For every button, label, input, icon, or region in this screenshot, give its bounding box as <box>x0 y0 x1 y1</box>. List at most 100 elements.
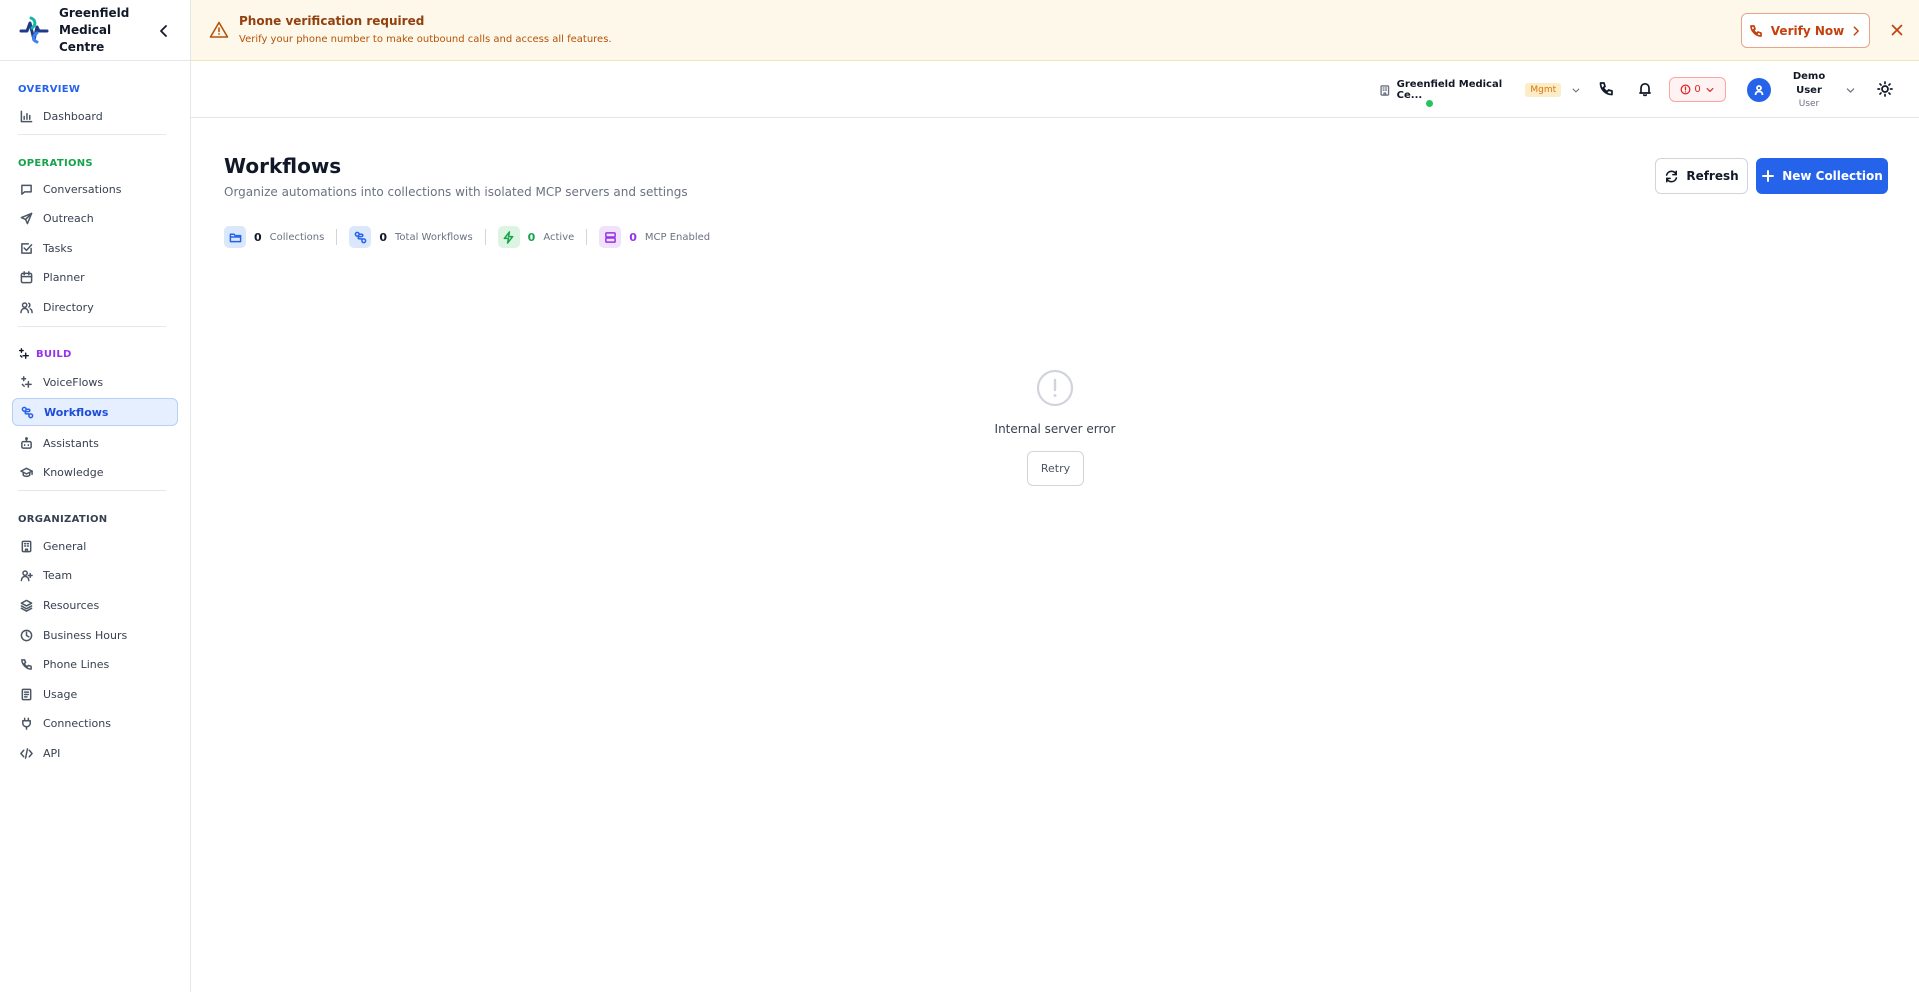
org-name: Greenfield Medical Ce... <box>1396 79 1503 101</box>
sidebar-item-team[interactable]: Team <box>12 561 178 589</box>
user-icon <box>1754 85 1764 96</box>
brand-logo-icon <box>19 16 49 44</box>
alert-circle-icon <box>1036 369 1074 407</box>
stat-label: MCP Enabled <box>644 231 711 243</box>
verify-now-button[interactable]: Verify Now <box>1741 13 1870 48</box>
error-message: Internal server error <box>994 422 1116 436</box>
sidebar-item-business-hours[interactable]: Business Hours <box>12 621 178 649</box>
sidebar-item-dashboard[interactable]: Dashboard <box>12 102 178 130</box>
folder-icon <box>229 233 241 242</box>
sidebar-item-general[interactable]: General <box>12 532 178 560</box>
brand-name: Greenfield Medical Centre <box>59 5 130 54</box>
refresh-button[interactable]: Refresh <box>1655 158 1748 194</box>
stat-divider <box>336 229 338 245</box>
checkbox-icon <box>21 242 33 254</box>
stat-icon-bg <box>349 226 372 248</box>
sidebar-item-outreach[interactable]: Outreach <box>12 204 178 232</box>
stat-mcp-enabled: 0 MCP Enabled <box>599 226 710 248</box>
server-icon <box>604 231 616 243</box>
chevron-down-icon <box>1846 87 1855 93</box>
stat-collections: 0 Collections <box>224 226 324 248</box>
sidebar-item-workflows[interactable]: Workflows <box>12 398 178 426</box>
workflow-icon <box>354 231 367 243</box>
refresh-icon <box>1666 170 1678 182</box>
close-icon[interactable] <box>1889 22 1905 38</box>
sidebar-item-knowledge[interactable]: Knowledge <box>12 458 178 486</box>
page-subtitle: Organize automations into collections wi… <box>224 185 688 199</box>
plug-icon <box>22 717 31 730</box>
section-build: BUILD <box>0 347 72 361</box>
phone-icon <box>1749 24 1762 37</box>
sidebar-divider <box>18 134 166 135</box>
stats-bar: 0 Collections 0 Total Workflows 0 Active… <box>224 226 710 248</box>
stat-divider <box>484 229 486 245</box>
banner-subtitle: Verify your phone number to make outboun… <box>239 34 612 45</box>
notifications-button[interactable] <box>1632 76 1658 102</box>
sidebar: Greenfield Medical Centre OVERVIEW Dashb… <box>0 0 191 992</box>
stat-icon-bg <box>599 226 622 248</box>
warning-icon <box>209 21 229 38</box>
lightning-icon <box>503 230 514 244</box>
building-icon <box>1380 84 1390 96</box>
organization-switcher[interactable]: Greenfield Medical Ce... Mgmt <box>1369 77 1581 103</box>
stat-label: Collections <box>269 231 325 243</box>
alert-count: 0 <box>1694 84 1701 95</box>
layers-icon <box>20 599 33 612</box>
sidebar-item-label: Phone Lines <box>43 657 110 671</box>
theme-toggle-button[interactable] <box>1872 76 1898 102</box>
stat-active: 0 Active <box>497 226 575 248</box>
stat-label: Active <box>543 231 575 243</box>
collapse-sidebar-icon[interactable] <box>157 24 171 38</box>
bot-icon <box>21 436 32 449</box>
org-role-badge: Mgmt <box>1525 83 1562 97</box>
stat-value: 0 <box>527 230 536 244</box>
sidebar-item-phone-lines[interactable]: Phone Lines <box>12 650 178 678</box>
sidebar-item-resources[interactable]: Resources <box>12 591 178 619</box>
bell-icon <box>1639 82 1651 97</box>
sidebar-item-tasks[interactable]: Tasks <box>12 234 178 262</box>
sidebar-item-label: Tasks <box>43 241 73 255</box>
phone-icon <box>21 658 32 670</box>
user-plus-icon <box>20 569 33 581</box>
sidebar-item-planner[interactable]: Planner <box>12 263 178 291</box>
sidebar-item-label: Dashboard <box>43 109 103 123</box>
users-icon <box>20 301 33 313</box>
verify-now-label: Verify Now <box>1770 23 1845 38</box>
clock-icon <box>20 629 33 641</box>
alerts-dropdown[interactable]: 0 <box>1669 77 1726 102</box>
chevron-right-icon <box>1853 25 1860 36</box>
online-status-dot <box>1426 100 1433 107</box>
sidebar-item-label: Directory <box>43 300 94 314</box>
section-organization: ORGANIZATION <box>18 513 108 525</box>
sidebar-item-voiceflows[interactable]: VoiceFlows <box>12 368 178 396</box>
code-icon <box>20 747 33 759</box>
sidebar-item-directory[interactable]: Directory <box>12 293 178 321</box>
sidebar-item-label: Assistants <box>43 436 99 450</box>
sidebar-item-label: Outreach <box>43 211 94 225</box>
sidebar-item-usage[interactable]: Usage <box>12 680 178 708</box>
new-collection-button[interactable]: New Collection <box>1756 158 1888 194</box>
top-bar: Greenfield Medical Ce... Mgmt 0 Demo Use… <box>191 61 1919 118</box>
workflow-icon <box>21 406 34 418</box>
stat-divider <box>586 229 588 245</box>
calendar-icon <box>20 270 33 283</box>
phone-status-button[interactable] <box>1593 76 1619 102</box>
stat-icon-bg <box>497 226 520 248</box>
sidebar-item-connections[interactable]: Connections <box>12 709 178 737</box>
sidebar-item-api[interactable]: API <box>12 739 178 767</box>
avatar <box>1747 78 1771 102</box>
sparkle-icon <box>21 375 32 388</box>
retry-button[interactable]: Retry <box>1027 451 1084 486</box>
sidebar-item-assistants[interactable]: Assistants <box>12 429 178 457</box>
stat-value: 0 <box>254 230 262 244</box>
user-menu[interactable]: Demo User User <box>1741 71 1856 109</box>
sidebar-item-label: Workflows <box>44 405 109 419</box>
chevron-down-icon <box>1706 87 1714 92</box>
sidebar-item-label: Usage <box>43 687 78 701</box>
stat-value: 0 <box>379 230 387 244</box>
graduation-cap-icon <box>20 467 33 477</box>
page-title: Workflows <box>224 154 342 178</box>
user-role: User <box>1798 98 1820 109</box>
phone-icon <box>1599 82 1613 96</box>
sidebar-item-conversations[interactable]: Conversations <box>12 175 178 203</box>
